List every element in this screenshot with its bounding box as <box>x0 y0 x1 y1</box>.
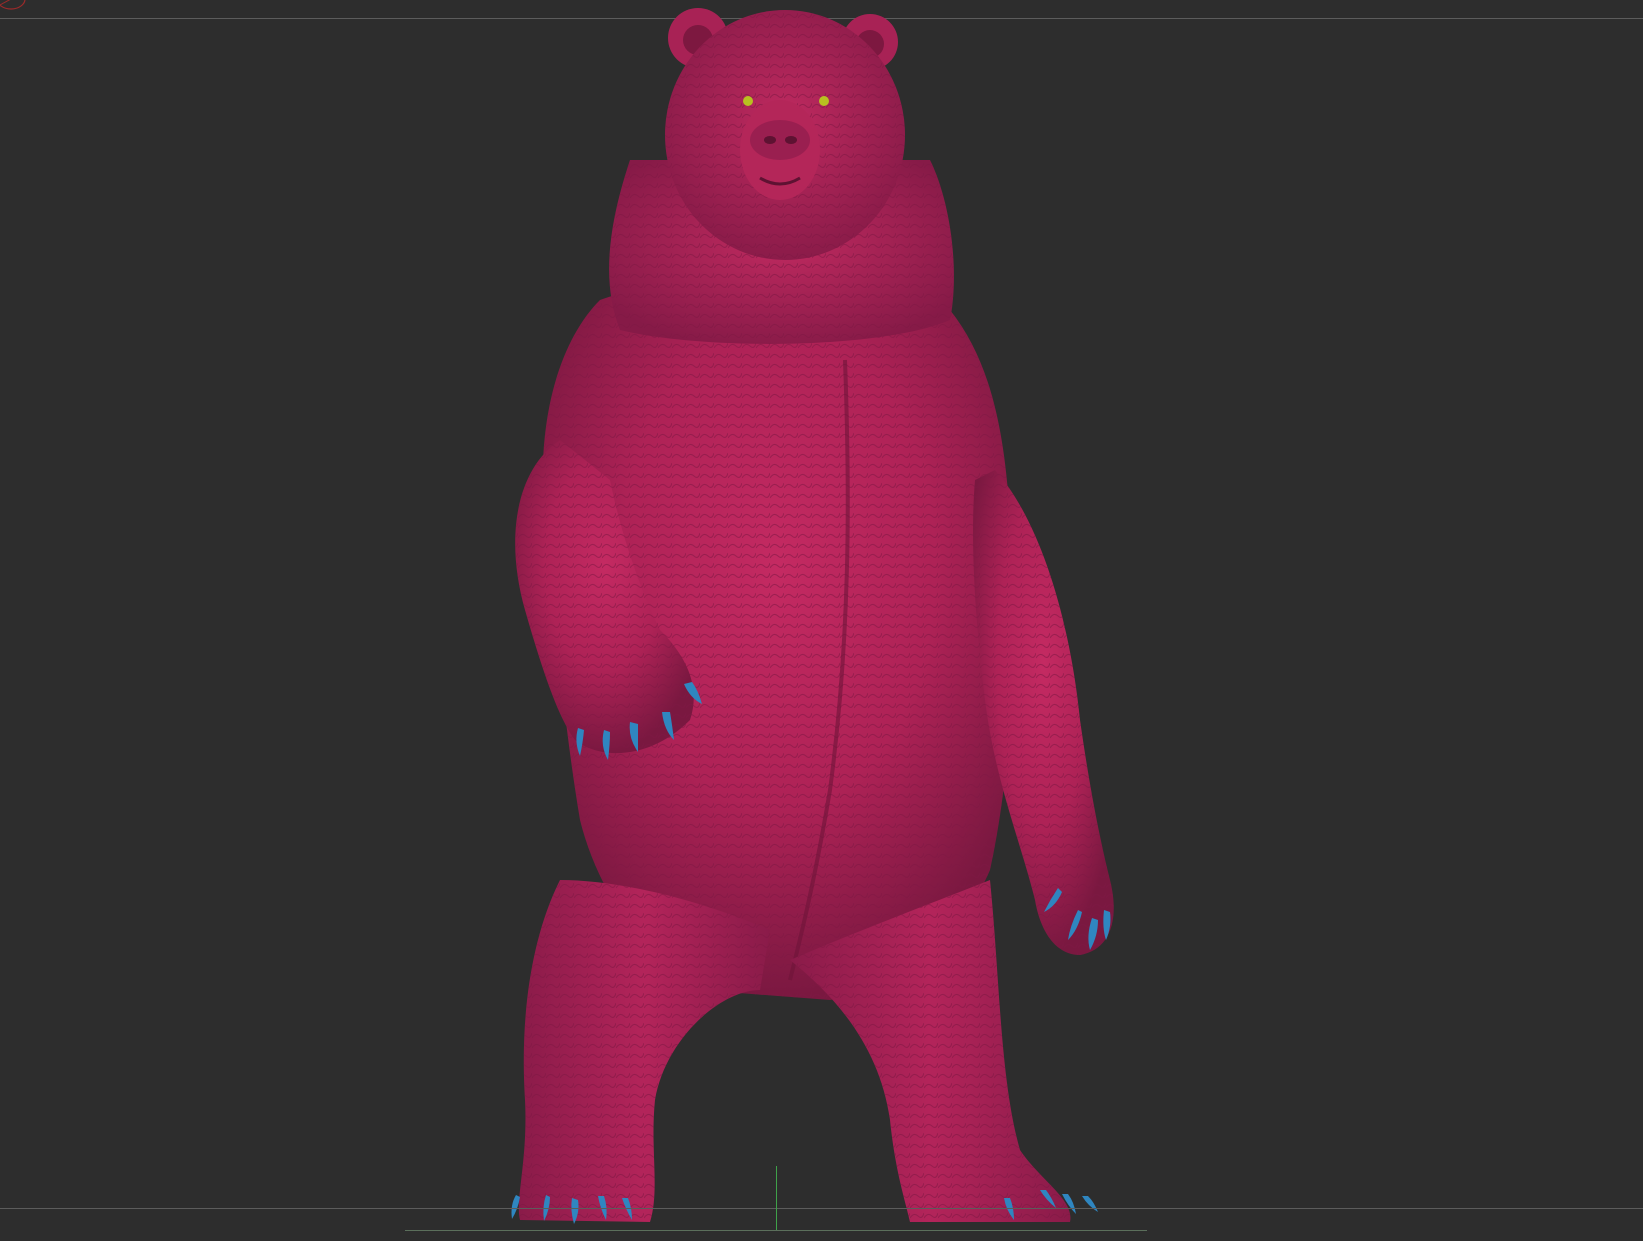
viewport-bottom-border <box>0 1208 1643 1209</box>
bear-left-leg <box>518 880 770 1222</box>
bear-model[interactable] <box>0 0 1643 1241</box>
floor-axis-line <box>776 1166 777 1230</box>
bear-head <box>665 8 905 260</box>
floor-grid-line <box>405 1230 1147 1231</box>
bear-right-arm <box>973 470 1114 955</box>
viewport-3d[interactable] <box>0 0 1643 1241</box>
